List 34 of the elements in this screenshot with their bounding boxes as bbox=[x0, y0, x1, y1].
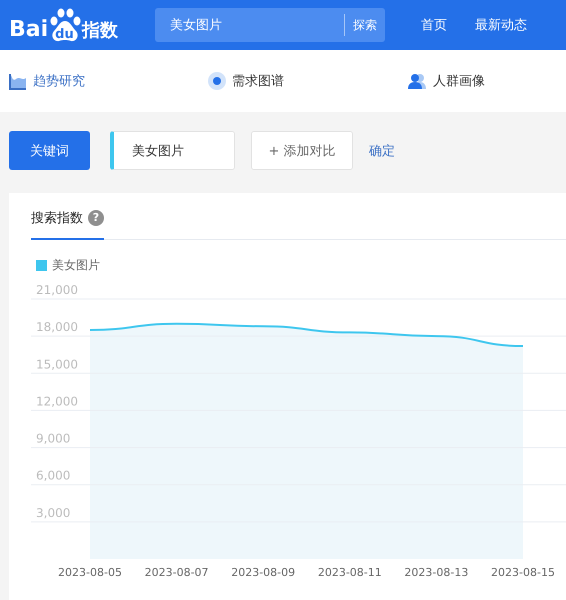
logo-text: du bbox=[55, 27, 74, 42]
y-axis-label: 18,000 bbox=[36, 320, 78, 334]
logo-text: Bai bbox=[9, 18, 48, 42]
y-axis-label: 15,000 bbox=[36, 357, 78, 372]
search-field[interactable]: 美女图片 探索 bbox=[155, 8, 385, 42]
nav-tab[interactable]: 趋势研究 bbox=[33, 72, 85, 90]
legend-label: 美女图片 bbox=[52, 256, 100, 274]
help-icon[interactable]: ? bbox=[88, 210, 104, 226]
users-icon bbox=[406, 73, 427, 89]
y-axis-label: 12,000 bbox=[36, 394, 78, 408]
x-axis-label: 2023-08-15 bbox=[491, 566, 555, 579]
target-icon bbox=[208, 72, 226, 90]
header-link[interactable]: 最新动态 bbox=[475, 16, 527, 34]
y-axis-label: 21,000 bbox=[36, 283, 78, 297]
confirm-link[interactable]: 确定 bbox=[369, 142, 395, 160]
header-link[interactable]: 首页 bbox=[421, 16, 447, 34]
nav-tab[interactable]: 人群画像 bbox=[432, 72, 485, 90]
logo-text: 指数 bbox=[82, 20, 118, 42]
keyword-button[interactable]: 关键词 bbox=[9, 131, 90, 170]
x-axis-label: 2023-08-07 bbox=[144, 566, 209, 579]
paw-icon bbox=[48, 8, 82, 42]
x-axis-label: 2023-08-13 bbox=[404, 566, 468, 579]
x-axis-label: 2023-08-11 bbox=[318, 566, 382, 579]
x-axis-label: 2023-08-05 bbox=[58, 566, 122, 579]
add-compare-button[interactable]: + 添加对比 bbox=[251, 131, 353, 170]
y-axis-label: 3,000 bbox=[36, 506, 70, 520]
area-chart-icon bbox=[9, 72, 27, 90]
keyword-field[interactable]: 美女图片 bbox=[110, 131, 235, 170]
y-axis-label: 9,000 bbox=[36, 432, 70, 446]
nav-tab[interactable]: 需求图谱 bbox=[232, 72, 284, 90]
y-axis-label: 6,000 bbox=[36, 468, 70, 483]
x-axis-label: 2023-08-09 bbox=[231, 566, 296, 579]
explore-button[interactable]: 探索 bbox=[344, 14, 385, 36]
search-index-tab[interactable]: 搜索指数 ? bbox=[31, 193, 104, 240]
